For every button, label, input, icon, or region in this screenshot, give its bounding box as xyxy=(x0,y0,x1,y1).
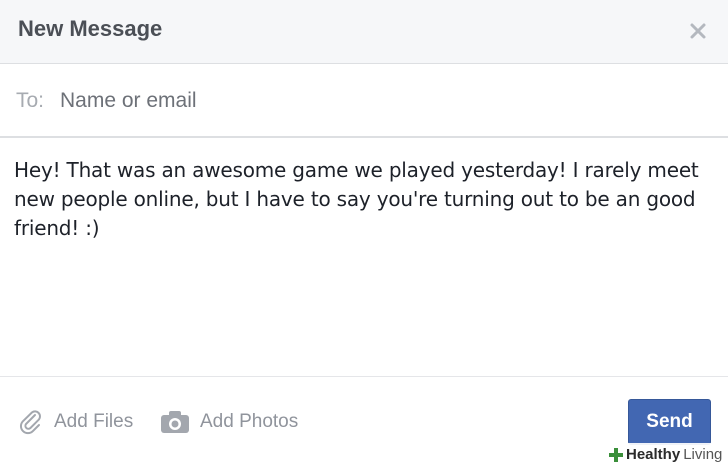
watermark-living: Living xyxy=(683,446,723,463)
camera-icon xyxy=(160,410,190,434)
dialog-header: New Message xyxy=(0,0,728,64)
recipient-input[interactable] xyxy=(60,83,700,119)
cross-icon xyxy=(608,447,624,463)
close-icon xyxy=(690,23,706,39)
close-button[interactable] xyxy=(684,17,712,45)
watermark-healthy: Healthy xyxy=(626,446,681,463)
add-files-label: Add Files xyxy=(54,411,134,432)
add-photos-label: Add Photos xyxy=(200,411,299,432)
recipient-row: To: xyxy=(0,65,728,138)
watermark: Healthy Living xyxy=(606,443,728,466)
dialog-title: New Message xyxy=(18,16,163,41)
send-button[interactable]: Send xyxy=(628,399,711,445)
message-body[interactable]: Hey! That was an awesome game we played … xyxy=(14,156,714,368)
add-photos-button[interactable]: Add Photos xyxy=(160,407,298,437)
paperclip-icon xyxy=(18,409,44,435)
recipient-label: To: xyxy=(16,89,45,112)
add-files-button[interactable]: Add Files xyxy=(18,407,133,437)
